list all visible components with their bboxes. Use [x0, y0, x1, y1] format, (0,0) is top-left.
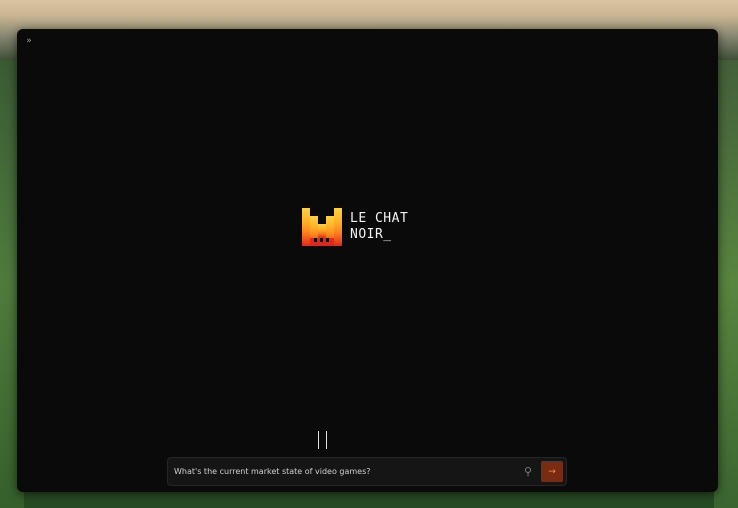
brand-wordmark: LE CHAT NOIR_ — [350, 211, 408, 243]
message-composer: ⚲ → — [167, 457, 567, 486]
brand: LE CHAT NOIR_ — [302, 208, 408, 246]
mistral-logo — [302, 208, 342, 246]
arrow-right-icon: → — [548, 466, 556, 477]
paperclip-icon[interactable]: ⚲ — [521, 465, 535, 479]
sidebar-toggle-icon[interactable]: » — [23, 35, 35, 47]
send-button[interactable]: → — [541, 461, 563, 482]
app-window: » LE CHAT NOIR_ What's the current marke… — [17, 29, 718, 492]
brand-line-1: LE CHAT — [350, 211, 409, 226]
brand-line-2: NOIR_ — [350, 227, 392, 242]
message-input[interactable] — [168, 458, 521, 485]
